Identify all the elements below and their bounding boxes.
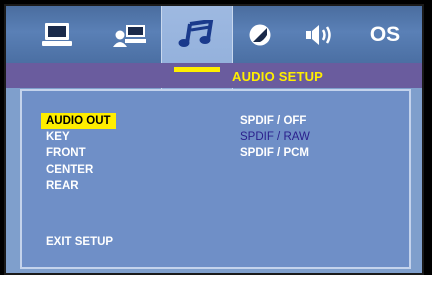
menu-item-audio-out[interactable]: AUDIO OUT: [41, 113, 116, 129]
tab-language[interactable]: [106, 6, 152, 63]
page-margin: [0, 275, 432, 286]
menu-item-exit-setup[interactable]: EXIT SETUP: [46, 235, 113, 249]
tab-bar: OS: [6, 6, 422, 111]
option-spdif-off[interactable]: SPDIF / OFF: [240, 114, 306, 128]
option-spdif-pcm[interactable]: SPDIF / PCM: [240, 146, 309, 160]
page-title: AUDIO SETUP: [232, 69, 324, 84]
music-note-icon: [178, 20, 216, 48]
settings-panel: AUDIO OUT KEY FRONT CENTER REAR EXIT SET…: [20, 89, 411, 269]
tab-video[interactable]: [242, 6, 278, 63]
osd-window: OS AUDIO SETUP AUDIO OUT KEY FRONT CENTE…: [4, 4, 424, 275]
tab-os[interactable]: OS: [362, 6, 408, 63]
menu-item-center[interactable]: CENTER: [46, 163, 93, 177]
monitor-icon: [41, 22, 73, 48]
tab-os-label: OS: [369, 22, 401, 46]
menu-item-rear[interactable]: REAR: [46, 179, 79, 193]
option-spdif-raw[interactable]: SPDIF / RAW: [240, 130, 310, 144]
tab-system[interactable]: [34, 6, 80, 63]
tab-speaker[interactable]: [300, 6, 342, 63]
speaker-icon: [305, 24, 337, 46]
person-keyboard-icon: [112, 22, 146, 48]
active-tab-indicator: [174, 67, 220, 72]
menu-item-front[interactable]: FRONT: [46, 146, 86, 160]
video-circle-icon: [248, 23, 272, 47]
menu-item-key[interactable]: KEY: [46, 130, 70, 144]
